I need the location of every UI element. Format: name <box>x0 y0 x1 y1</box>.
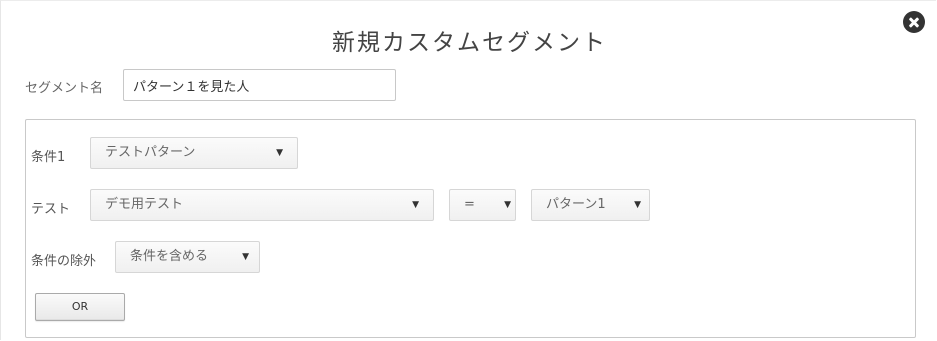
test-select-value: デモ用テスト <box>105 197 184 212</box>
pattern-select[interactable]: パターン1 ▼ <box>531 189 650 221</box>
dialog: 新規カスタムセグメント セグメント名 条件1 テストパターン ▼ テスト デモ用… <box>0 0 936 340</box>
chevron-down-icon: ▼ <box>504 200 511 210</box>
exclusion-label: 条件の除外 <box>31 254 97 269</box>
dialog-title: 新規カスタムセグメント <box>332 30 607 56</box>
chevron-down-icon: ▼ <box>634 200 641 210</box>
condition1-select-value: テストパターン <box>105 145 196 160</box>
exclusion-select-value: 条件を含める <box>130 249 209 264</box>
conditions-panel: 条件1 テストパターン ▼ テスト デモ用テスト ▼ = ▼ パターン1 ▼ 条… <box>25 119 916 338</box>
operator-select-value: = <box>464 197 475 212</box>
pattern-select-value: パターン1 <box>546 197 606 212</box>
test-select[interactable]: デモ用テスト ▼ <box>90 189 434 221</box>
segment-name-input[interactable] <box>123 69 396 101</box>
operator-select[interactable]: = ▼ <box>449 189 516 221</box>
chevron-down-icon: ▼ <box>412 200 419 210</box>
test-label: テスト <box>31 202 71 217</box>
or-button[interactable]: OR <box>35 293 125 321</box>
chevron-down-icon: ▼ <box>276 148 283 158</box>
segment-name-label: セグメント名 <box>25 81 104 96</box>
condition1-select[interactable]: テストパターン ▼ <box>90 137 298 169</box>
exclusion-select[interactable]: 条件を含める ▼ <box>115 241 260 273</box>
condition1-label: 条件1 <box>31 150 66 165</box>
chevron-down-icon: ▼ <box>242 252 249 262</box>
